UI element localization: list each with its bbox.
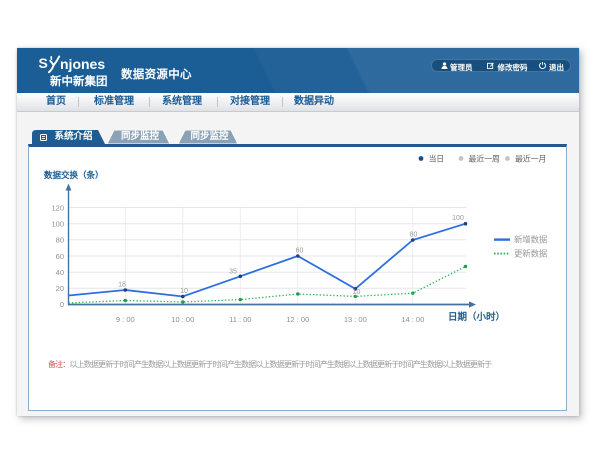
svg-text:10 : 00: 10 : 00 — [171, 315, 194, 324]
svg-text:9 : 00: 9 : 00 — [116, 315, 135, 324]
svg-text:120: 120 — [51, 203, 64, 212]
svg-text:18: 18 — [118, 282, 126, 289]
svg-text:新增数据: 新增数据 — [514, 235, 548, 245]
svg-text:更新数据: 更新数据 — [514, 249, 548, 259]
svg-text:100: 100 — [452, 215, 464, 222]
svg-text:14 : 00: 14 : 00 — [401, 315, 424, 324]
svg-text:13 : 00: 13 : 00 — [344, 315, 367, 324]
svg-text:60: 60 — [56, 252, 64, 261]
svg-text:最近一月: 最近一月 — [515, 153, 546, 163]
svg-text:60: 60 — [296, 248, 304, 255]
svg-text:100: 100 — [51, 220, 64, 229]
svg-text:数据交换（条）: 数据交换（条） — [44, 170, 104, 180]
svg-text:12 : 00: 12 : 00 — [286, 315, 309, 324]
svg-text:35: 35 — [229, 269, 237, 276]
svg-text:11 : 00: 11 : 00 — [229, 315, 251, 324]
svg-text:40: 40 — [56, 268, 64, 277]
svg-text:当日: 当日 — [429, 153, 445, 163]
svg-text:最近一周: 最近一周 — [469, 153, 500, 163]
svg-text:80: 80 — [410, 231, 418, 238]
svg-text:日期（小时）: 日期（小时） — [448, 311, 505, 323]
svg-text:80: 80 — [56, 236, 64, 245]
svg-text:10: 10 — [180, 288, 188, 295]
svg-text:10: 10 — [353, 289, 361, 296]
svg-text:20: 20 — [56, 284, 64, 293]
svg-text:0: 0 — [60, 300, 64, 309]
